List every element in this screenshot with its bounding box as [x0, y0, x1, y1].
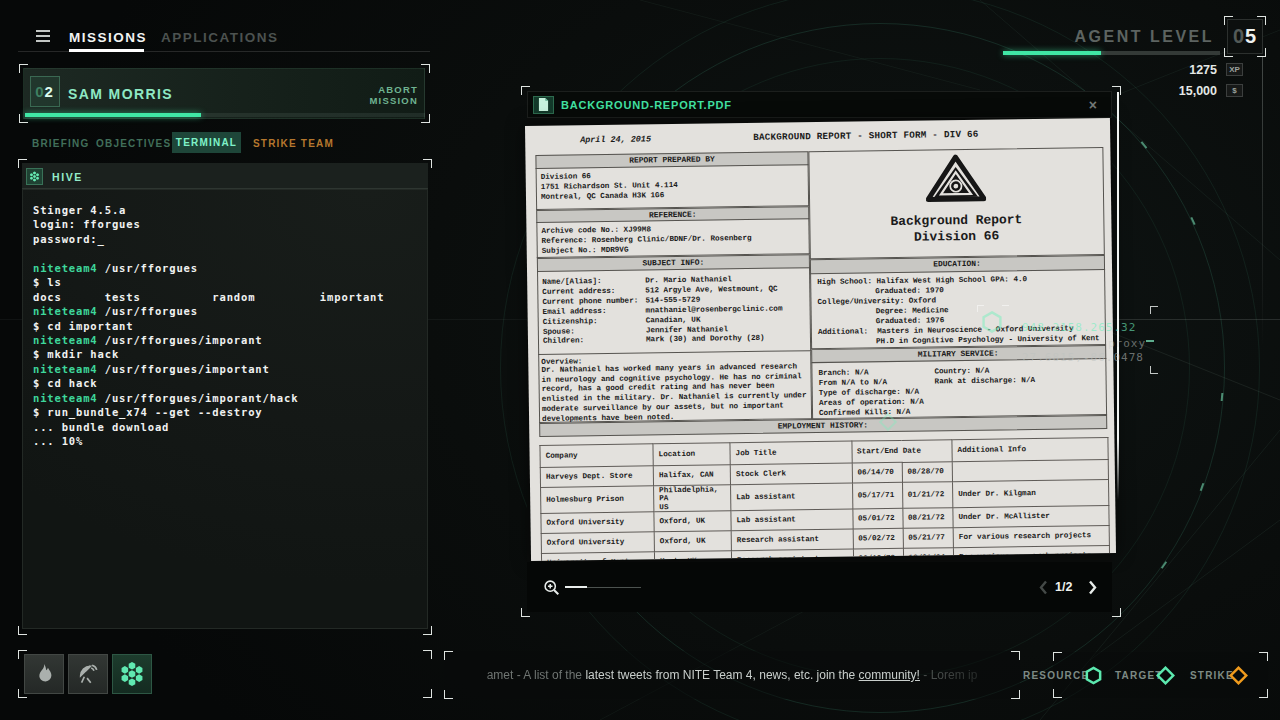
xp-badge: XP	[1226, 63, 1243, 76]
zoom-icon[interactable]	[543, 579, 560, 596]
pdf-scrollbar[interactable]	[1117, 92, 1119, 500]
hud-proxy-label: proxy	[1108, 337, 1146, 350]
hud-coordinates: 948.2158.265.32	[1022, 321, 1136, 334]
prev-page-icon[interactable]	[1039, 580, 1048, 595]
menu-icon	[36, 30, 50, 32]
next-page-icon[interactable]	[1088, 580, 1097, 595]
employment-table-wrap: CompanyLocationJob TitleStart/End DateAd…	[539, 437, 1109, 561]
hud-bracket-tl	[1150, 306, 1158, 314]
hud-corner-mark	[1002, 305, 1009, 312]
hud-coordinates-2: 27.6815,-86.0478	[1022, 351, 1144, 364]
menu-button[interactable]	[36, 30, 50, 45]
mission-progress	[25, 113, 425, 118]
pdf-modal-header[interactable]: BACKGROUND-REPORT.PDF ×	[527, 91, 1112, 118]
mission-name: SAM MORRIS	[68, 86, 173, 102]
doc-title: BACKGROUND REPORT - SHORT FORM - DIV 66	[753, 130, 979, 143]
resource-label: RESOURCE	[1023, 670, 1089, 681]
strike-label: STRIKE	[1190, 670, 1234, 681]
agent-level-label: AGENT LEVEL	[1074, 28, 1214, 46]
ticker-text-left: amet - A list of the	[487, 668, 586, 682]
news-ticker: amet - A list of the latest tweets from …	[448, 668, 1016, 682]
hud-hexagon-icon	[980, 310, 1004, 334]
doc-subject-fields: Name/[Alias]:Dr. Mario NathanielCurrent …	[542, 275, 783, 348]
left-divider	[18, 51, 430, 52]
xp-value: 1275	[1117, 63, 1217, 77]
strike-diamond-icon	[1229, 666, 1248, 685]
close-icon[interactable]: ×	[1089, 97, 1097, 113]
terminal-title: HIVE	[52, 171, 83, 183]
resource-hexagon-icon	[1084, 666, 1103, 685]
money-badge: $	[1226, 84, 1243, 97]
tab-applications[interactable]: APPLICATIONS	[161, 30, 279, 45]
target-diamond-icon	[1156, 666, 1175, 685]
game-screen: MISSIONS APPLICATIONS AGENT LEVEL 05 127…	[0, 0, 1280, 720]
tab-terminal[interactable]: TERMINAL	[172, 132, 241, 153]
division-66-logo	[925, 154, 986, 203]
hud-corner-mark	[977, 305, 984, 312]
satellite-dish-icon	[77, 663, 99, 685]
doc-date: April 24, 2015	[580, 134, 651, 145]
hairline-horizontal-right	[1117, 319, 1280, 320]
radar-tick	[1146, 340, 1154, 342]
pdf-modal-title: BACKGROUND-REPORT.PDF	[561, 99, 732, 111]
dock-button-hive[interactable]	[112, 654, 152, 694]
agent-level-progress	[1003, 51, 1220, 55]
ticker-text-main: latest tweets from NITE Team 4, news, et…	[585, 668, 858, 682]
doc-logo-title: Background ReportDivision 66	[809, 211, 1104, 247]
hud-bracket-bl	[1150, 366, 1158, 374]
hud-diamond-icon	[878, 412, 898, 432]
hive-icon	[29, 171, 40, 182]
tab-missions[interactable]: MISSIONS	[69, 30, 147, 45]
doc-reference-lines: Archive code No.: XJ99M8Reference: Rosen…	[541, 223, 751, 256]
terminal-output: Stinger 4.5.alogin: fforguespassword:_ n…	[33, 203, 423, 448]
doc-military-lines: Branch: N/ACountry: N/AFrom N/A to N/ARa…	[818, 365, 1035, 418]
zoom-slider-fill[interactable]	[565, 586, 587, 588]
doc-overview-text: Dr. Nathaniel has worked many years in a…	[541, 362, 806, 424]
employment-table: CompanyLocationJob TitleStart/End DateAd…	[539, 437, 1109, 561]
hive-icon	[119, 661, 145, 687]
pdf-viewer-toolbar: 1/2	[527, 562, 1112, 612]
tab-objectives[interactable]: OBJECTIVES	[96, 138, 171, 149]
mission-number: 02	[30, 76, 60, 107]
abort-mission-button[interactable]: ABORTMISSION	[330, 84, 418, 106]
money-value: 15,000	[1117, 84, 1217, 98]
dock-button-satellite[interactable]	[68, 654, 108, 694]
tab-strike-team[interactable]: STRIKE TEAM	[253, 138, 334, 149]
ticker-text-right: - Lorem ip	[920, 668, 977, 682]
page-indicator: 1/2	[1055, 580, 1072, 594]
dock-button-flame[interactable]	[24, 654, 64, 694]
pdf-document-page: April 24, 2015 BACKGROUND REPORT - SHORT…	[525, 118, 1116, 561]
tab-briefing[interactable]: BRIEFING	[32, 138, 89, 149]
flame-icon	[33, 663, 55, 685]
doc-prepared-by-lines: Division 661751 Richardson St. Unit 4.11…	[541, 170, 678, 202]
hud-vertical-line	[1262, 57, 1263, 347]
hive-icon-box	[26, 168, 43, 185]
zoom-slider-track[interactable]	[587, 587, 641, 589]
ticker-text-link: community!	[859, 668, 920, 682]
pdf-file-icon-box	[533, 96, 554, 114]
pdf-file-icon	[538, 98, 549, 111]
doc-education-lines: High School: Halifax West High School GP…	[817, 273, 1100, 347]
agent-level-value: 05	[1227, 19, 1263, 54]
